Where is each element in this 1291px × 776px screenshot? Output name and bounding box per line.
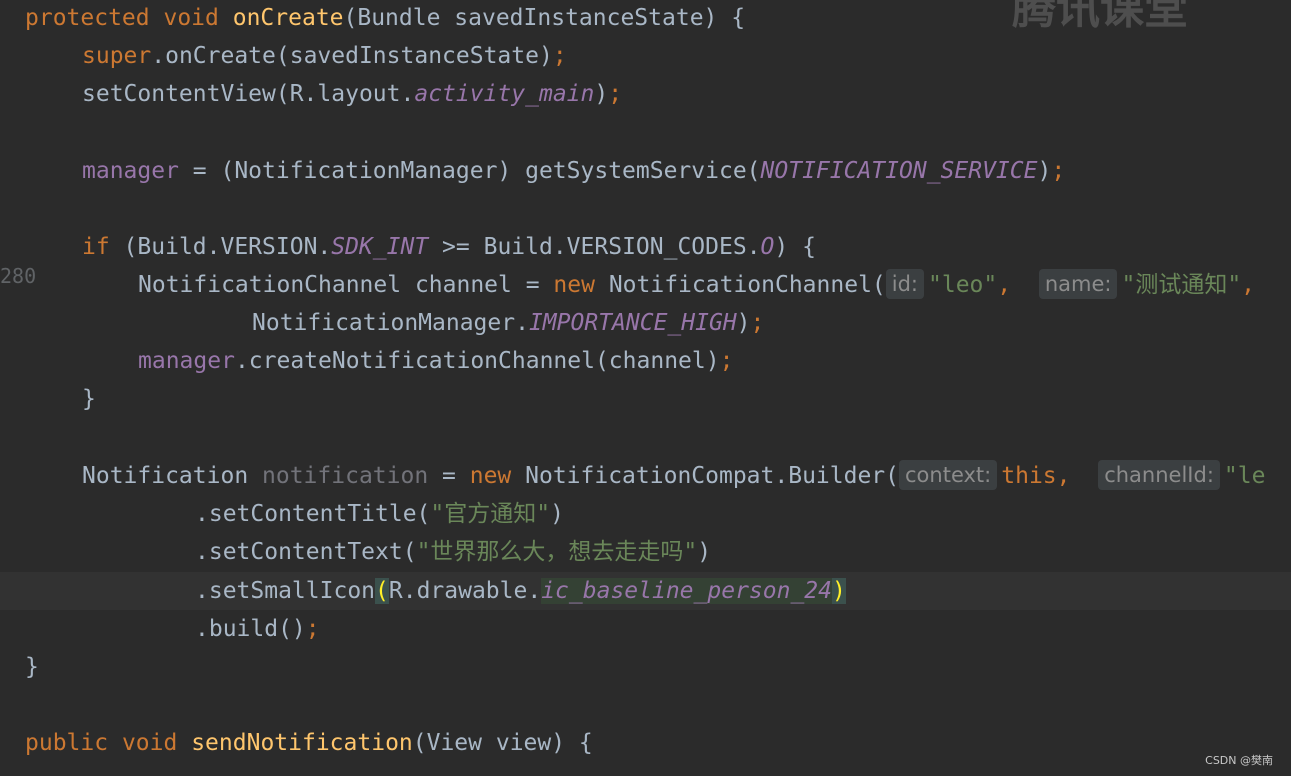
code-text: = [428,463,470,489]
code-line[interactable]: manager = (NotificationManager) getSyste… [0,152,1291,190]
code-text: (View view) { [412,730,593,756]
semicolon: ; [750,310,765,336]
method-name: onCreate [232,5,344,31]
code-text: = (NotificationManager) getSystemService… [178,158,761,184]
code-text: .setSmallIcon [195,578,376,604]
code-text: ) { [774,234,816,260]
unused-variable: notification [262,463,429,489]
code-line[interactable]: manager.createNotificationChannel(channe… [0,342,1291,380]
parameter-hint: id: [885,269,925,299]
comma: , [997,272,1012,298]
string-literal: "世界那么大，想去走走吗" [416,539,698,565]
csdn-credit: CSDN @樊南 [1205,754,1273,767]
code-line[interactable]: super.onCreate(savedInstanceState); [0,37,1291,75]
code-text: ) [1037,158,1052,184]
resource-reference: ic_baseline_person_24 [541,578,832,604]
code-line[interactable]: setContentView(R.layout.activity_main); [0,75,1291,113]
string-literal: "leo" [928,272,998,298]
static-field: SDK_INT [331,234,429,260]
comma: , [1056,463,1071,489]
code-line[interactable]: public void sendNotification(View view) … [0,724,1291,762]
code-line[interactable]: } [0,648,1291,686]
code-line[interactable]: if (Build.VERSION.SDK_INT >= Build.VERSI… [0,228,1291,266]
code-text: (Build.VERSION. [109,234,332,260]
matched-paren: ) [832,578,846,604]
code-line[interactable]: .setContentText("世界那么大，想去走走吗") [0,533,1291,571]
code-line[interactable]: .build(); [0,610,1291,648]
code-text: .onCreate(savedInstanceState) [151,43,553,69]
code-line[interactable]: protected void onCreate(Bundle savedInst… [0,0,1291,37]
code-text: NotificationChannel channel = [138,272,554,298]
semicolon: ; [608,81,623,107]
code-text: .setContentText( [195,539,417,565]
closing-brace: } [25,654,39,680]
keyword: protected [25,5,150,31]
code-text: R.drawable. [388,578,542,604]
string-literal: "官方通知" [430,501,551,527]
keyword: void [163,5,219,31]
keyword: public [25,730,109,756]
static-field: activity_main [414,81,595,107]
code-text: .build() [195,616,306,642]
static-field: O [760,234,775,260]
code-text: NotificationManager. [252,310,529,336]
code-text: ) [697,539,712,565]
field-name: manager [82,158,179,184]
string-literal: "测试通知" [1121,272,1242,298]
keyword: new [469,463,512,489]
comma: , [1241,272,1256,298]
static-field: IMPORTANCE_HIGH [528,310,737,336]
code-editor[interactable]: 腾讯课堂 280 protected void onCreate(Bundle … [0,0,1291,776]
code-text: ) [594,81,609,107]
closing-brace: } [82,386,96,412]
parameter-hint: context: [899,460,998,490]
semicolon: ; [552,43,567,69]
string-literal: "le [1223,463,1266,489]
keyword: super [82,43,152,69]
code-text: Notification [82,463,263,489]
code-text: setContentView(R.layout. [82,81,415,107]
code-line[interactable]: NotificationChannel channel = new Notifi… [0,266,1291,304]
code-line[interactable]: .setContentTitle("官方通知") [0,495,1291,533]
keyword: this [1001,463,1057,489]
current-code-line[interactable]: .setSmallIcon(R.drawable.ic_baseline_per… [0,572,1291,610]
field-name: manager [138,348,235,374]
code-line[interactable]: Notification notification = new Notifica… [0,457,1291,495]
matched-paren: ( [375,578,389,604]
semicolon: ; [1051,158,1066,184]
parameter-hint: name: [1038,269,1118,299]
keyword: new [553,272,595,298]
method-name: sendNotification [191,730,413,756]
semicolon: ; [719,348,734,374]
code-text: NotificationChannel( [594,272,886,298]
code-line[interactable]: NotificationManager.IMPORTANCE_HIGH); [0,304,1291,342]
static-field: NOTIFICATION_SERVICE [760,158,1038,184]
keyword: void [121,730,178,756]
code-text: ) [550,501,564,527]
code-text: .setContentTitle( [195,501,431,527]
code-text: NotificationCompat.Builder( [511,463,900,489]
code-text: ) [736,310,751,336]
keyword: if [82,234,110,260]
parameter-hint: channelId: [1098,460,1220,490]
code-text: .createNotificationChannel(channel) [234,348,720,374]
code-line[interactable]: } [0,380,1291,418]
code-text: >= Build.VERSION_CODES. [428,234,761,260]
code-text: (Bundle savedInstanceState) { [343,5,746,31]
semicolon: ; [305,616,320,642]
